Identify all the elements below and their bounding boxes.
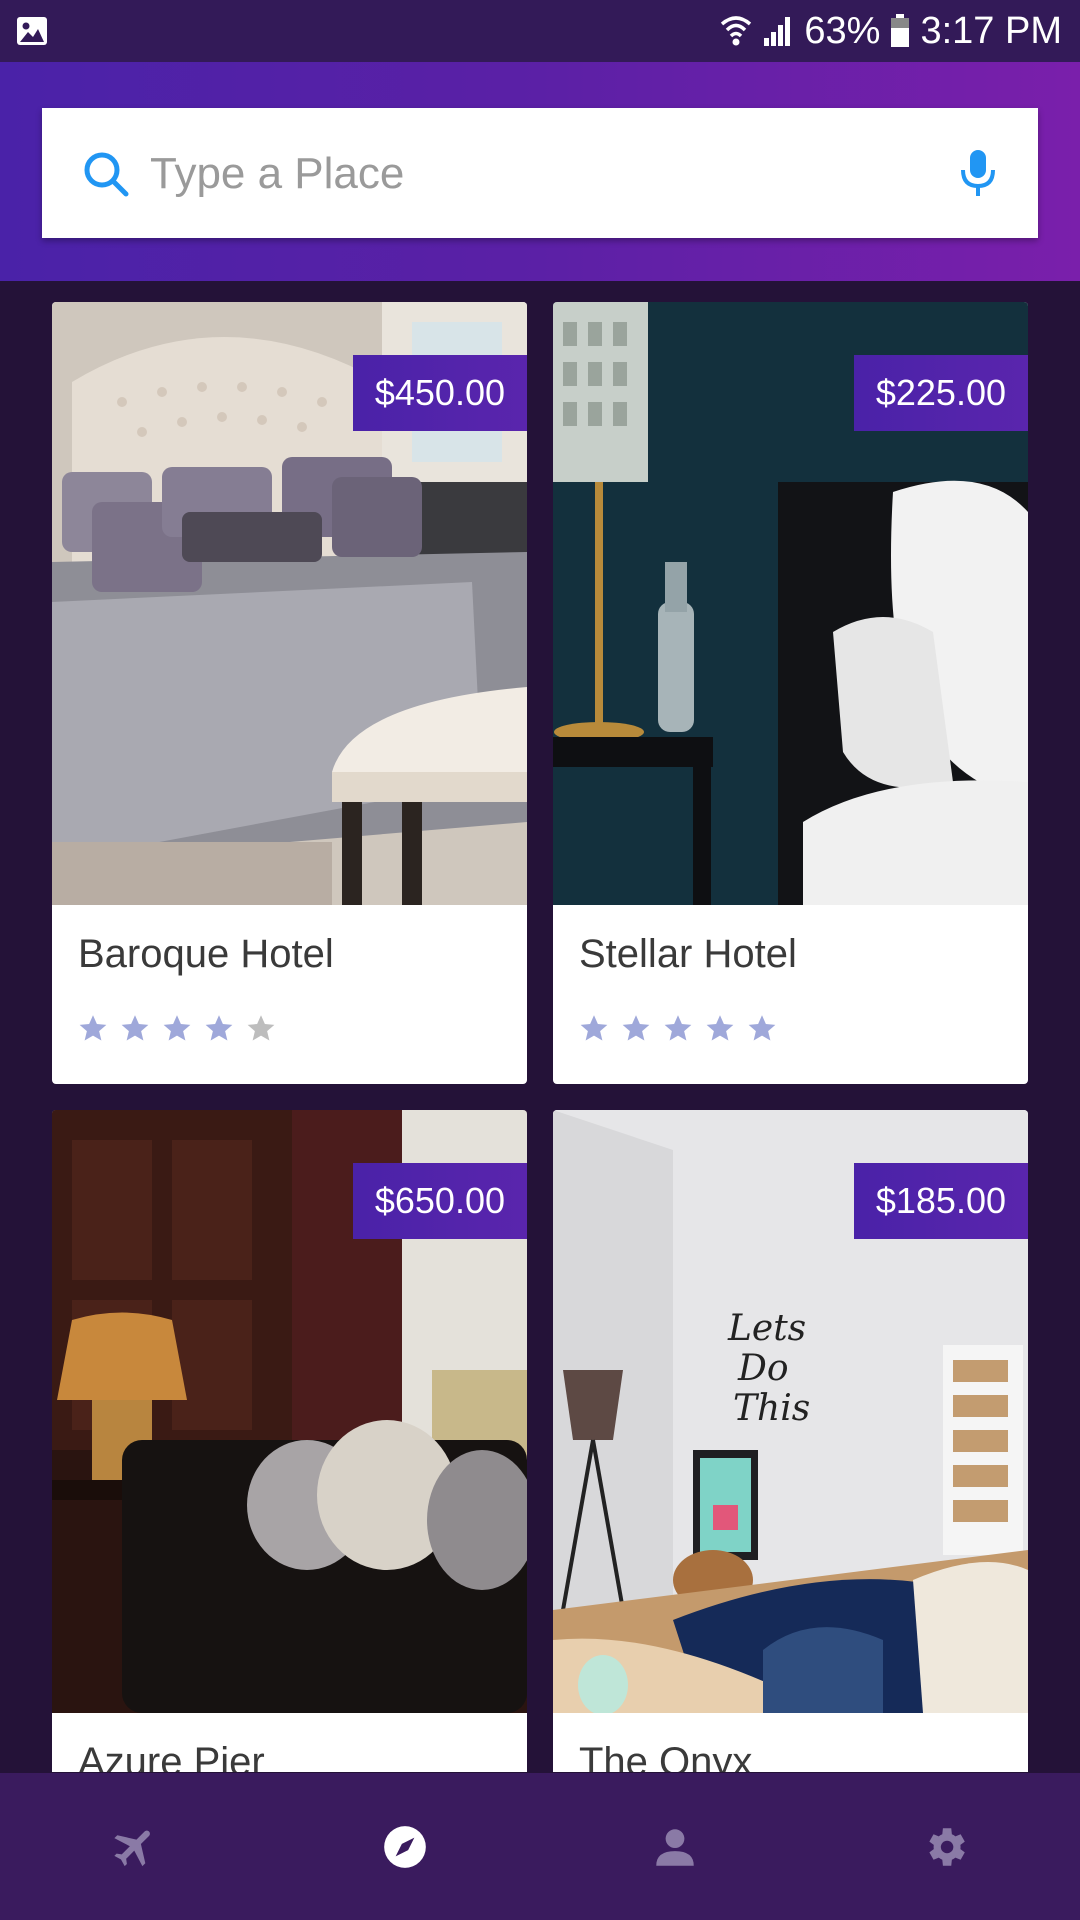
hotel-name: The Onyx [579,1740,753,1772]
search-icon [84,152,129,197]
hotel-card[interactable]: Lets Do This $185.00 The Onyx [553,1110,1028,1772]
battery-icon [891,14,910,47]
price-badge: $450.00 [352,355,527,431]
star-filled-icon [748,1015,776,1041]
nav-profile[interactable] [645,1817,705,1877]
compass-icon [384,1826,426,1868]
hotel-card[interactable]: $450.00 Baroque Hotel [52,302,527,1084]
nav-settings[interactable] [915,1817,975,1877]
star-filled-icon [580,1015,608,1041]
search-bar[interactable] [42,108,1038,238]
star-rating [78,1014,276,1044]
hotel-grid: $450.00 Baroque Hotel $225.00 Stellar Ho… [52,302,1028,1772]
price-badge: $225.00 [853,355,1028,431]
star-filled-icon [79,1015,107,1041]
star-filled-icon [706,1015,734,1041]
star-empty-icon [247,1015,275,1041]
status-bar: 63% 3:17 PM [0,0,1080,62]
gear-icon [929,1828,965,1866]
hotel-card[interactable]: $225.00 Stellar Hotel [553,302,1028,1084]
svg-text:This: This [733,1388,810,1429]
search-input[interactable] [148,128,952,220]
person-icon [656,1829,694,1866]
star-rating [579,1014,777,1044]
clock: 3:17 PM [920,9,1062,52]
wifi-icon [721,16,752,46]
signal-icon [764,17,791,46]
hotel-name: Baroque Hotel [78,932,334,976]
price-badge: $650.00 [352,1163,527,1239]
hotel-name: Azure Pier [78,1740,265,1772]
svg-text:Do: Do [737,1348,789,1389]
airplane-icon [114,1830,150,1867]
nav-flights[interactable] [105,1817,165,1877]
star-filled-icon [664,1015,692,1041]
bottom-nav [0,1773,1080,1920]
star-filled-icon [622,1015,650,1041]
star-filled-icon [163,1015,191,1041]
price-badge: $185.00 [853,1163,1028,1239]
microphone-icon[interactable] [958,148,998,198]
star-filled-icon [121,1015,149,1041]
header [0,62,1080,281]
nav-explore[interactable] [375,1817,435,1877]
svg-text:Lets: Lets [727,1308,806,1349]
star-filled-icon [205,1015,233,1041]
hotel-name: Stellar Hotel [579,932,797,976]
battery-percent: 63% [804,9,881,52]
hotel-card[interactable]: $650.00 Azure Pier [52,1110,527,1772]
gallery-icon [17,17,47,45]
